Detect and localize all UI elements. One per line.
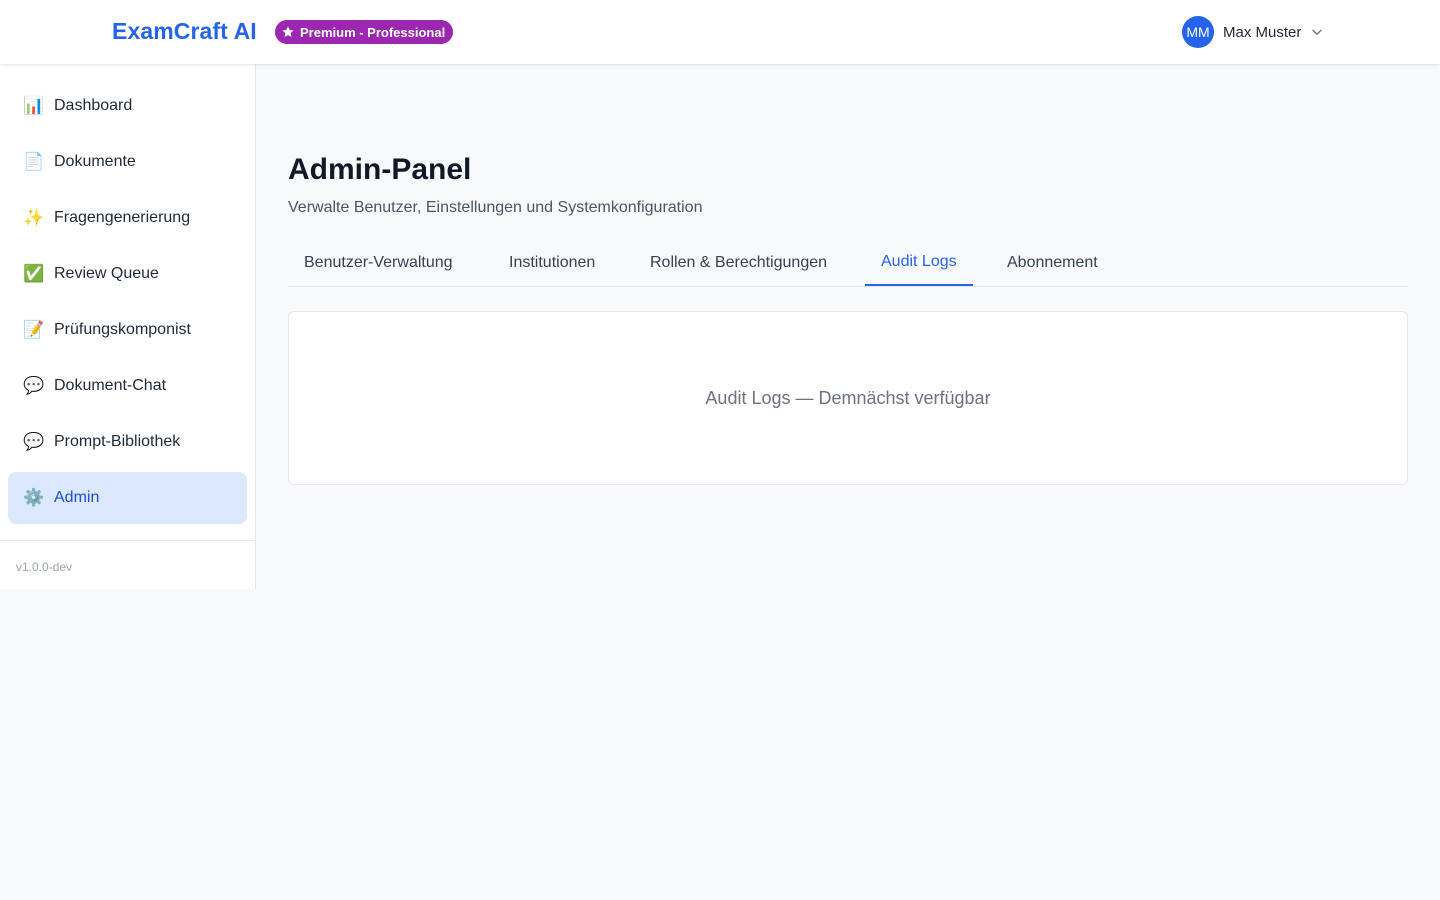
- star-icon: [282, 26, 294, 38]
- sidebar-item-label: Fragengenerierung: [54, 209, 191, 226]
- check-mark-icon: ✅: [23, 264, 45, 284]
- sidebar-item-admin[interactable]: ⚙️ Admin: [8, 472, 247, 524]
- memo-icon: 📝: [23, 320, 45, 340]
- sidebar-item-label: Admin: [54, 489, 100, 506]
- sidebar-item-dashboard[interactable]: 📊 Dashboard: [8, 80, 247, 132]
- tab-rollen-berechtigungen[interactable]: Rollen & Berechtigungen: [634, 240, 843, 286]
- tab-institutionen[interactable]: Institutionen: [493, 240, 611, 286]
- page-title: Admin-Panel: [288, 153, 472, 186]
- coming-soon-message: Audit Logs — Demnächst verfügbar: [705, 387, 991, 408]
- sidebar-item-prompt-bibliothek[interactable]: 💬 Prompt-Bibliothek: [8, 416, 247, 468]
- avatar[interactable]: MM: [1182, 16, 1214, 48]
- speech-bubble-icon: 💬: [23, 376, 45, 396]
- bar-chart-icon: 📊: [23, 96, 45, 116]
- sidebar: 📊 Dashboard 📄 Dokumente ✨ Fragengenerier…: [0, 64, 256, 589]
- user-menu[interactable]: MM Max Muster: [1182, 16, 1323, 48]
- sidebar-item-dokument-chat[interactable]: 💬 Dokument-Chat: [8, 360, 247, 412]
- plan-badge: Premium - Professional: [275, 20, 454, 44]
- chevron-down-icon[interactable]: [1311, 26, 1323, 38]
- sidebar-item-label: Dashboard: [54, 97, 133, 114]
- tab-content-panel: Audit Logs — Demnächst verfügbar: [288, 311, 1408, 485]
- tab-audit-logs[interactable]: Audit Logs: [865, 240, 973, 286]
- sidebar-divider: [0, 540, 255, 541]
- document-icon: 📄: [23, 152, 45, 172]
- brand-logo[interactable]: ExamCraft AI: [112, 18, 257, 45]
- sidebar-item-label: Dokument-Chat: [54, 377, 167, 394]
- sidebar-item-dokumente[interactable]: 📄 Dokumente: [8, 136, 247, 188]
- gear-icon: ⚙️: [23, 488, 45, 508]
- admin-tabs: Benutzer-Verwaltung Institutionen Rollen…: [288, 240, 1408, 287]
- version-label: v1.0.0-dev: [16, 560, 73, 574]
- plan-badge-label: Premium - Professional: [300, 24, 446, 40]
- sidebar-item-pruefungskomponist[interactable]: 📝 Prüfungskomponist: [8, 304, 247, 356]
- speech-bubble-icon: 💬: [23, 432, 45, 452]
- tab-benutzer-verwaltung[interactable]: Benutzer-Verwaltung: [288, 240, 469, 286]
- sidebar-item-label: Dokumente: [54, 153, 136, 170]
- top-header: ExamCraft AI Premium - Professional MM M…: [0, 0, 1440, 64]
- user-name[interactable]: Max Muster: [1223, 24, 1301, 41]
- sidebar-item-review-queue[interactable]: ✅ Review Queue: [8, 248, 247, 300]
- page-subtitle: Verwalte Benutzer, Einstellungen und Sys…: [288, 199, 703, 216]
- sidebar-item-fragengenerierung[interactable]: ✨ Fragengenerierung: [8, 192, 247, 244]
- tab-abonnement[interactable]: Abonnement: [991, 240, 1114, 286]
- sparkles-icon: ✨: [23, 208, 45, 228]
- sidebar-item-label: Prüfungskomponist: [54, 321, 191, 338]
- sidebar-item-label: Review Queue: [54, 265, 159, 282]
- sidebar-item-label: Prompt-Bibliothek: [54, 433, 181, 450]
